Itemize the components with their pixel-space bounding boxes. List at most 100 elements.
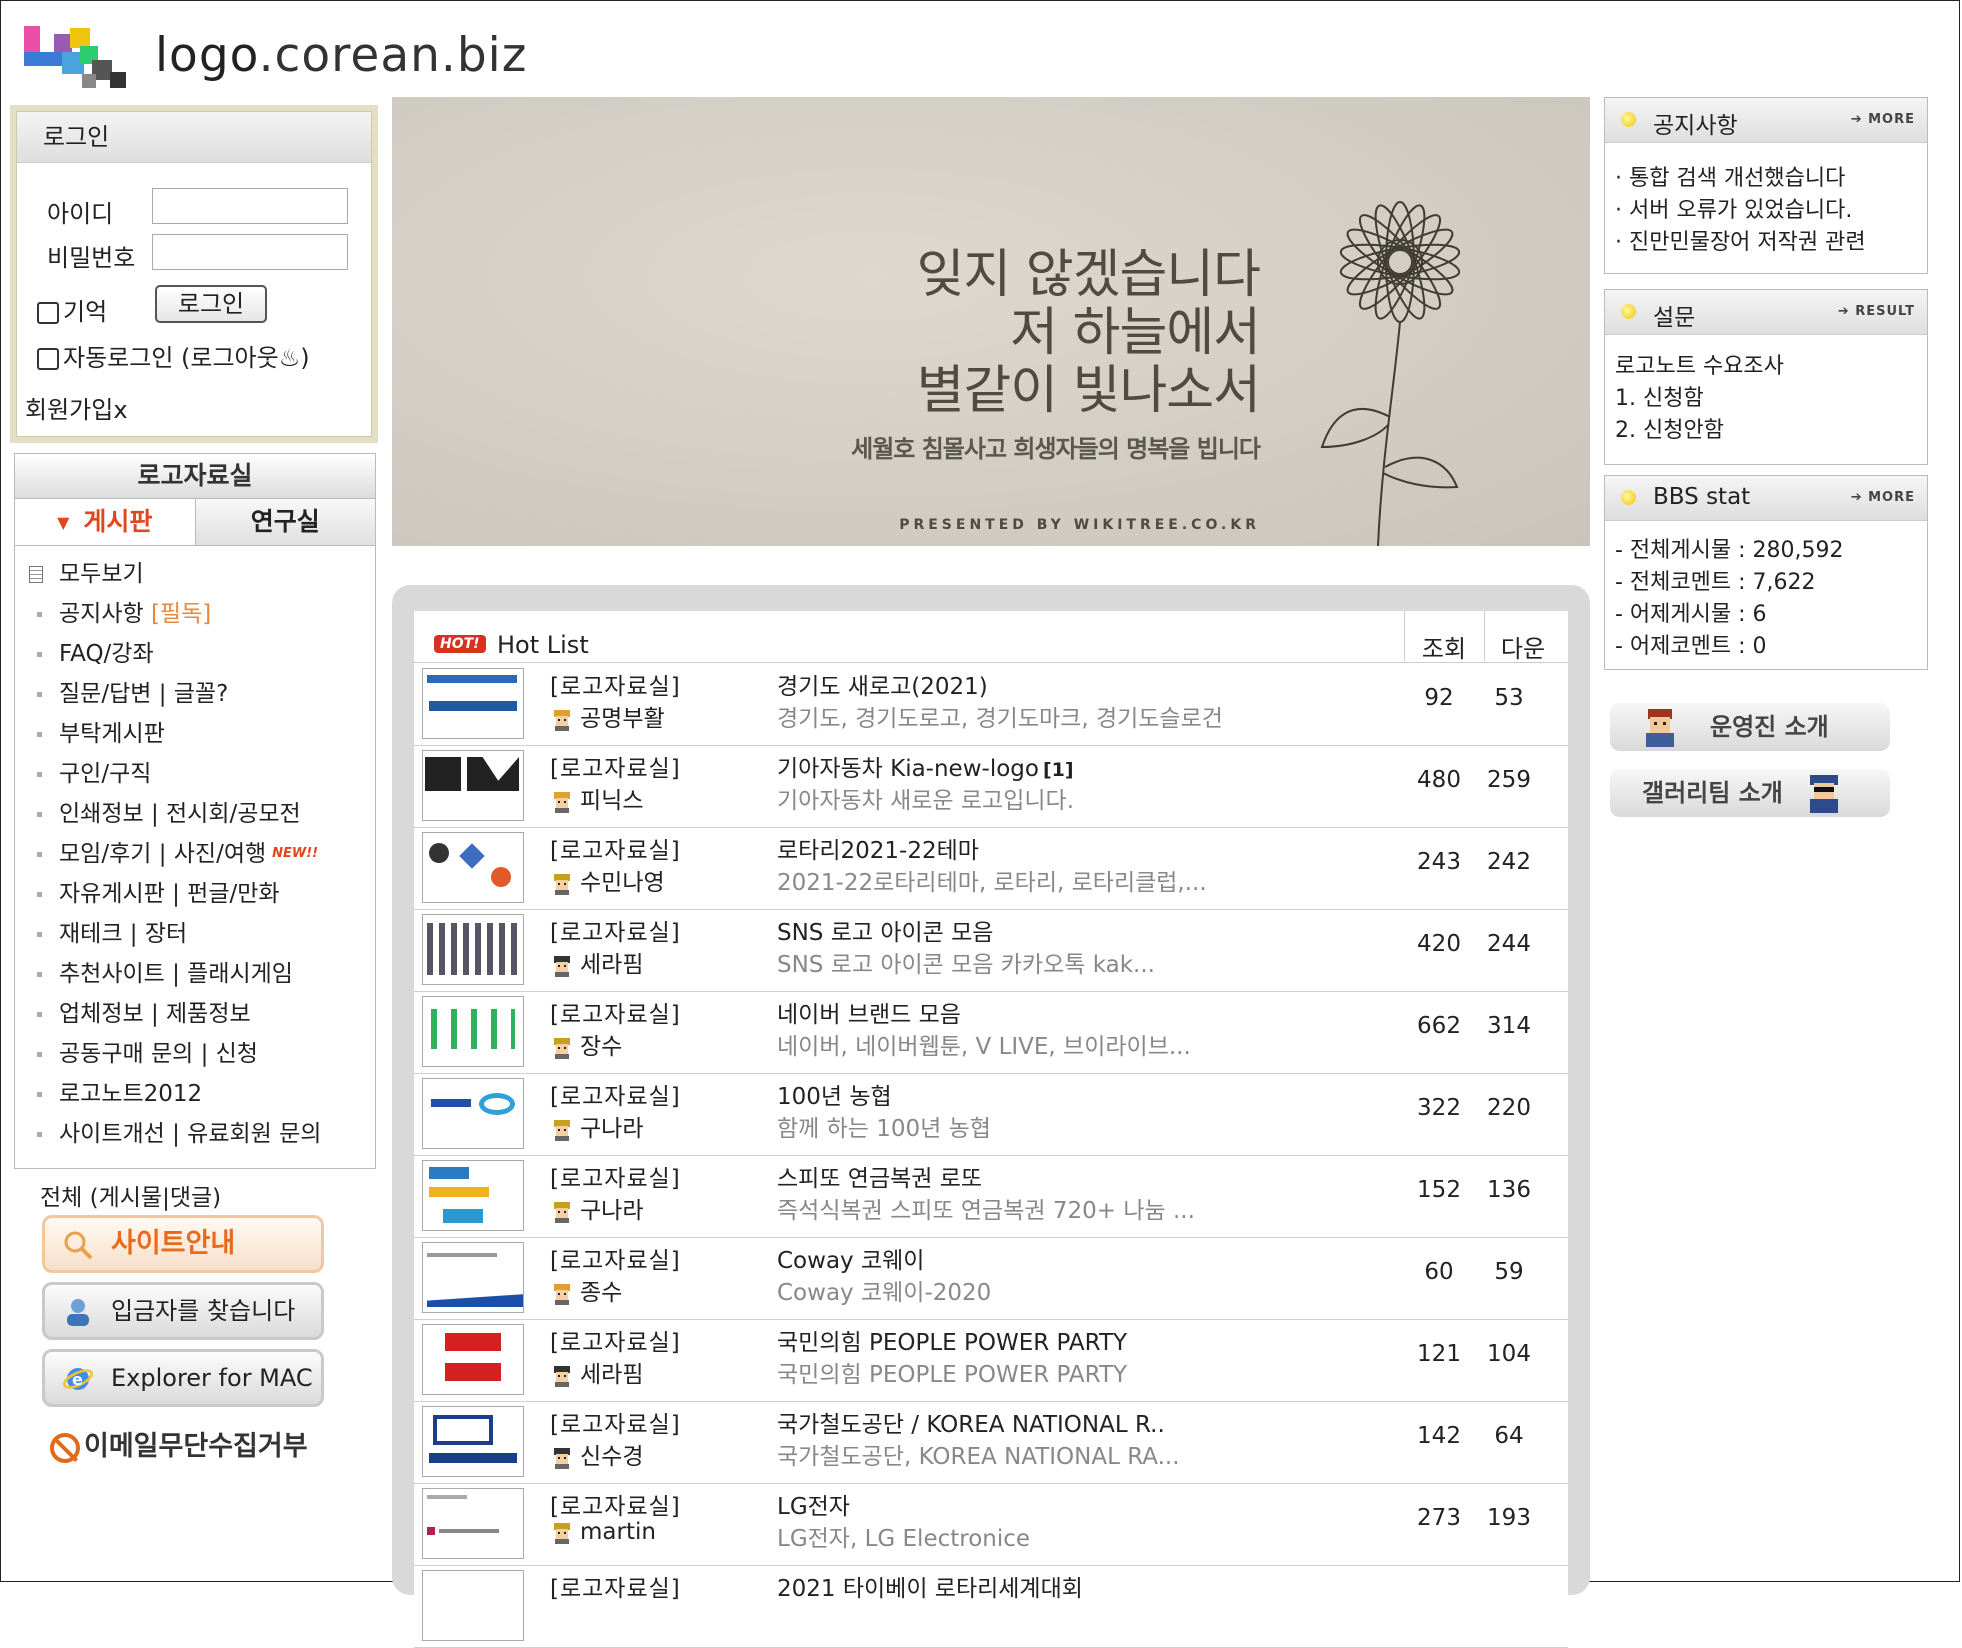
nav-item-finance[interactable]: 재테크 | 장터	[15, 914, 375, 954]
no-email-collection[interactable]: 이메일무단수집거부	[50, 1424, 308, 1463]
post-title[interactable]: 로타리2021-22테마	[777, 831, 983, 865]
tab-lab[interactable]: 연구실	[195, 499, 375, 545]
site-guide-button[interactable]: 사이트안내	[42, 1215, 324, 1273]
notice-more-link[interactable]: ➔ MORE	[1851, 112, 1915, 127]
nav-item-sites[interactable]: 추천사이트 | 플래시게임	[15, 954, 375, 994]
nav-item-company[interactable]: 업체정보 | 제품정보	[15, 994, 375, 1034]
depositor-button[interactable]: 입금자를 찾습니다	[42, 1282, 324, 1340]
post-title[interactable]: SNS 로고 아이콘 모음	[777, 913, 997, 947]
site-logo-text[interactable]: logo.corean.biz	[155, 28, 527, 83]
post-category[interactable]: [로고자료실]	[550, 1323, 681, 1357]
post-title[interactable]: 국가철도공단 / KOREA NATIONAL R..	[777, 1405, 1169, 1439]
post-description[interactable]: 2021-22로타리테마, 로타리, 로타리클럽,...	[777, 863, 1207, 897]
post-description[interactable]: 국민의힘 PEOPLE POWER PARTY	[777, 1355, 1127, 1389]
hot-list-row[interactable]: [로고자료실] 세라핌 국민의힘 PEOPLE POWER PARTY 국민의힘 PE…	[414, 1319, 1568, 1402]
nav-item-groupbuy[interactable]: 공동구매 문의 | 신청	[15, 1034, 375, 1074]
nav-item-improve[interactable]: 사이트개선 | 유료회원 문의	[15, 1114, 375, 1154]
post-description[interactable]: 국가철도공단, KOREA NATIONAL RA...	[777, 1437, 1180, 1471]
nav-item-notice[interactable]: 공지사항 [필독]	[15, 594, 375, 634]
nav-item-faq[interactable]: FAQ/강좌	[15, 634, 375, 674]
post-title[interactable]: 경기도 새로고(2021)	[777, 667, 992, 701]
post-thumbnail[interactable]	[422, 1242, 524, 1313]
nav-item-print[interactable]: 인쇄정보 | 전시회/공모전	[15, 794, 375, 834]
nav-item-qna[interactable]: 질문/답변 | 글꼴?	[15, 674, 375, 714]
post-thumbnail[interactable]	[422, 1570, 524, 1641]
nav-item-request[interactable]: 부탁게시판	[15, 714, 375, 754]
staff-intro-button[interactable]: 운영진 소개	[1610, 703, 1890, 751]
post-category[interactable]: [로고자료실]	[550, 1405, 681, 1439]
post-author[interactable]: 피닉스	[550, 781, 643, 815]
hot-list-row[interactable]: [로고자료실] 구나라 스피또 연금복권 로또 즉석식복권 스피또 연금복권 720+…	[414, 1155, 1568, 1238]
post-thumbnail[interactable]	[422, 1406, 524, 1477]
post-description[interactable]: LG전자, LG Electronice	[777, 1519, 1030, 1553]
post-title[interactable]: 기아자동차 Kia-new-logo [1]	[777, 749, 1074, 783]
post-author[interactable]: 공명부활	[550, 699, 665, 733]
hot-list-row[interactable]: [로고자료실] 장수 네이버 브랜드 모음 네이버, 네이버웹툰, V LIVE, 브…	[414, 991, 1568, 1074]
post-description[interactable]: 즉석식복권 스피또 연금복권 720+ 나눔 ...	[777, 1191, 1195, 1225]
post-category[interactable]: [로고자료실]	[550, 1569, 681, 1603]
board-title[interactable]: 로고자료실	[15, 454, 375, 499]
post-category[interactable]: [로고자료실]	[550, 749, 681, 783]
post-author[interactable]: 수민나영	[550, 863, 665, 897]
stats-more-link[interactable]: ➔ MORE	[1851, 490, 1915, 505]
post-author[interactable]: 종수	[550, 1273, 622, 1307]
post-author[interactable]: 신수경	[550, 1437, 643, 1471]
post-category[interactable]: [로고자료실]	[550, 1077, 681, 1111]
tab-board[interactable]: ▼ 게시판	[15, 499, 196, 545]
post-category[interactable]: [로고자료실]	[550, 995, 681, 1029]
post-title[interactable]: 2021 타이베이 로타리세계대회	[777, 1569, 1087, 1603]
notice-item[interactable]: · 통합 검색 개선했습니다	[1615, 163, 1919, 195]
hot-list-row[interactable]: [로고자료실] martin LG전자 LG전자, LG Electronice 273…	[414, 1483, 1568, 1566]
post-title[interactable]: 네이버 브랜드 모음	[777, 995, 965, 1029]
post-thumbnail[interactable]	[422, 914, 524, 985]
post-description[interactable]: 네이버, 네이버웹툰, V LIVE, 브이라이브...	[777, 1027, 1191, 1061]
hot-list-row[interactable]: [로고자료실] 신수경 국가철도공단 / KOREA NATIONAL R.. 국가철…	[414, 1401, 1568, 1484]
auto-login-check-icon[interactable]	[37, 348, 59, 370]
post-thumbnail[interactable]	[422, 832, 524, 903]
nav-item-meetup[interactable]: 모임/후기 | 사진/여행 NEW!!	[15, 834, 375, 874]
post-category[interactable]: [로고자료실]	[550, 1487, 681, 1521]
post-author[interactable]: 구나라	[550, 1109, 643, 1143]
hot-list-row[interactable]: [로고자료실] 공명부활 경기도 새로고(2021) 경기도, 경기도로고, 경기도마…	[414, 663, 1568, 746]
post-author[interactable]: 구나라	[550, 1191, 643, 1225]
remember-checkbox[interactable]: 기억	[37, 292, 107, 327]
post-title[interactable]: 100년 농협	[777, 1077, 896, 1111]
nav-item-all[interactable]: 모두보기	[15, 554, 375, 594]
signup-link[interactable]: 회원가입x	[25, 390, 128, 425]
poll-result-link[interactable]: ➔ RESULT	[1838, 304, 1915, 319]
nav-item-free[interactable]: 자유게시판 | 펀글/만화	[15, 874, 375, 914]
post-description[interactable]: Coway 코웨이-2020	[777, 1273, 991, 1307]
notice-item[interactable]: · 서버 오류가 있었습니다.	[1615, 195, 1919, 227]
password-input[interactable]	[152, 234, 348, 270]
post-description[interactable]: 기아자동차 새로운 로고입니다.	[777, 781, 1074, 815]
hot-list-row[interactable]: [로고자료실] 세라핌 SNS 로고 아이콘 모음 SNS 로고 아이콘 모음 카카오…	[414, 909, 1568, 992]
post-category[interactable]: [로고자료실]	[550, 667, 681, 701]
post-author[interactable]: 장수	[550, 1027, 622, 1061]
post-thumbnail[interactable]	[422, 1078, 524, 1149]
id-input[interactable]	[152, 188, 348, 224]
post-thumbnail[interactable]	[422, 668, 524, 739]
post-title[interactable]: LG전자	[777, 1487, 854, 1521]
post-thumbnail[interactable]	[422, 996, 524, 1067]
post-category[interactable]: [로고자료실]	[550, 1241, 681, 1275]
remember-check-icon[interactable]	[37, 302, 59, 324]
hot-list-row[interactable]: [로고자료실] 수민나영 로타리2021-22테마 2021-22로타리테마, 로타리…	[414, 827, 1568, 910]
post-author[interactable]: martin	[550, 1519, 656, 1545]
poll-option[interactable]: 2. 신청안함	[1615, 415, 1919, 447]
post-author[interactable]: 세라핌	[550, 945, 643, 979]
auto-login-checkbox[interactable]: 자동로그인 (로그아웃♨)	[37, 338, 310, 373]
post-author[interactable]: 세라핌	[550, 1355, 643, 1389]
post-thumbnail[interactable]	[422, 1160, 524, 1231]
explorer-mac-button[interactable]: e Explorer for MAC	[42, 1349, 324, 1407]
hot-list-row[interactable]: [로고자료실] 구나라 100년 농협 함께 하는 100년 농협 322 220	[414, 1073, 1568, 1156]
post-title[interactable]: 스피또 연금복권 로또	[777, 1159, 986, 1193]
post-thumbnail[interactable]	[422, 1324, 524, 1395]
nav-item-logonote[interactable]: 로고노트2012	[15, 1074, 375, 1114]
post-thumbnail[interactable]	[422, 750, 524, 821]
total-posts-link[interactable]: 전체 (게시물|댓글)	[40, 1178, 221, 1212]
post-title[interactable]: 국민의힘 PEOPLE POWER PARTY	[777, 1323, 1131, 1357]
post-thumbnail[interactable]	[422, 1488, 524, 1559]
hot-list-row[interactable]: [로고자료실] 피닉스 기아자동차 Kia-new-logo [1] 기아자동차 새로운…	[414, 745, 1568, 828]
post-category[interactable]: [로고자료실]	[550, 1159, 681, 1193]
post-category[interactable]: [로고자료실]	[550, 831, 681, 865]
